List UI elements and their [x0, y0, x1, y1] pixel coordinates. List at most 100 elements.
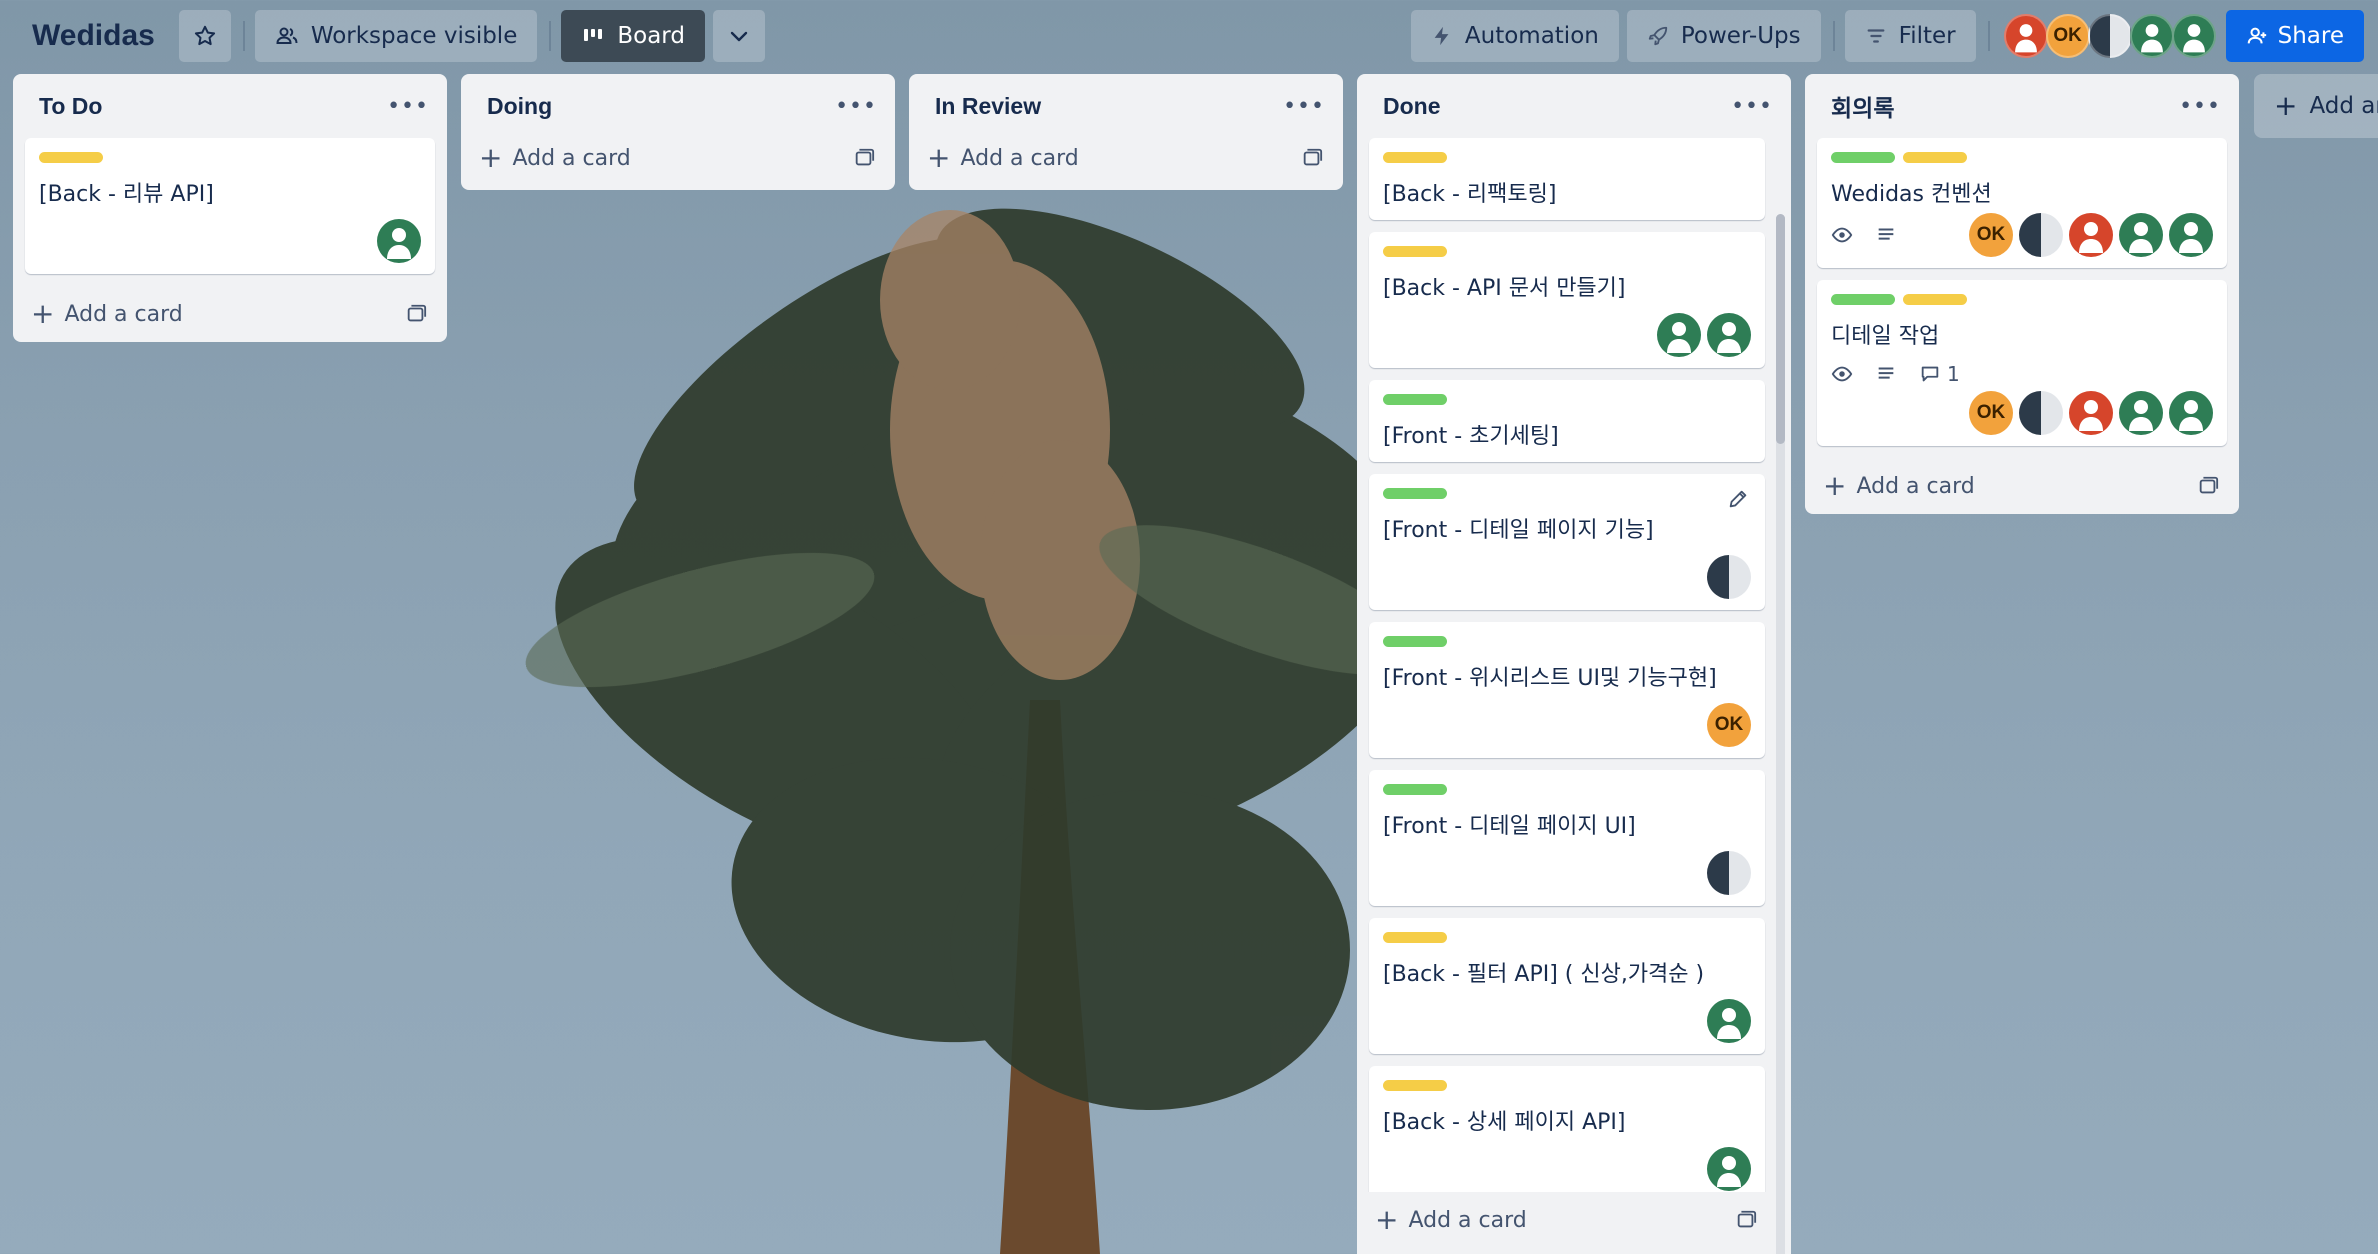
member-avatar[interactable]	[2087, 14, 2132, 58]
card-member-avatar[interactable]	[2069, 391, 2113, 435]
card[interactable]: [Back - 필터 API] ( 신상,가격순 )	[1369, 918, 1765, 1054]
add-card-button[interactable]: + Add a card	[13, 286, 447, 342]
list-scrollbar[interactable]	[1776, 214, 1785, 1254]
description-icon	[1878, 367, 1894, 379]
star-board-button[interactable]	[178, 10, 231, 62]
card-member-avatar[interactable]	[2019, 213, 2063, 257]
description-icon	[1878, 228, 1894, 240]
card[interactable]: [Front - 초기세팅]	[1369, 380, 1765, 462]
card-member-avatar[interactable]	[1707, 555, 1751, 599]
list-menu-icon[interactable]: •••	[1731, 94, 1773, 119]
list-menu-icon[interactable]: •••	[387, 94, 429, 119]
card-label-yellow[interactable]	[1903, 294, 1967, 305]
card[interactable]: [Front - 디테일 페이지 기능]	[1369, 474, 1765, 610]
eye-icon	[1831, 227, 1853, 243]
card-title: [Back - 리뷰 API]	[39, 182, 214, 207]
card-label-yellow[interactable]	[1383, 932, 1447, 943]
star-icon	[194, 25, 215, 46]
card-template-icon[interactable]	[2197, 475, 2219, 497]
member-avatar[interactable]	[2171, 14, 2216, 58]
card-member-avatar[interactable]	[377, 219, 421, 263]
card-member-avatar[interactable]	[1657, 313, 1701, 357]
person-icon	[1717, 1156, 1741, 1187]
person-icon	[2179, 400, 2203, 431]
list-menu-icon[interactable]: •••	[1283, 94, 1325, 119]
card-member-avatar[interactable]: OK	[1969, 213, 2013, 257]
card-member-avatar[interactable]	[1707, 313, 1751, 357]
scrollbar-thumb[interactable]	[1776, 214, 1785, 444]
card-template-icon[interactable]	[1735, 1209, 1757, 1231]
add-list-button[interactable]: + Add another list	[2254, 74, 2378, 138]
card-member-avatar[interactable]	[1707, 851, 1751, 895]
person-icon	[1667, 322, 1691, 353]
list-header[interactable]: Done •••	[1357, 74, 1791, 138]
card-member-avatar[interactable]	[2119, 213, 2163, 257]
card-template-icon[interactable]	[1301, 147, 1323, 169]
add-card-button[interactable]: + Add a card	[1805, 458, 2239, 514]
person-icon	[2129, 222, 2153, 253]
divider	[1832, 21, 1835, 51]
card-template-icon[interactable]	[853, 147, 875, 169]
member-avatar[interactable]	[2003, 14, 2048, 58]
list-menu-icon[interactable]: •••	[2179, 94, 2221, 119]
card[interactable]: [Back - API 문서 만들기]	[1369, 232, 1765, 368]
card-label-green[interactable]	[1383, 488, 1447, 499]
member-avatar[interactable]: OK	[2045, 14, 2090, 58]
card-member-avatar[interactable]	[1707, 1147, 1751, 1191]
filter-button[interactable]: Filter	[1844, 10, 1976, 62]
card-label-yellow[interactable]	[1903, 152, 1967, 163]
card-member-avatar[interactable]: OK	[1969, 391, 2013, 435]
card-member-avatar[interactable]: OK	[1707, 703, 1751, 747]
card[interactable]: [Front - 디테일 페이지 UI]	[1369, 770, 1765, 906]
plus-icon: +	[31, 297, 55, 330]
card[interactable]: 디테일 작업 1 OK	[1817, 280, 2227, 446]
card-label-yellow[interactable]	[1383, 152, 1447, 163]
visibility-button[interactable]: Workspace visible	[254, 10, 538, 62]
add-card-button[interactable]: + Add a card	[909, 130, 1343, 186]
list-header[interactable]: To Do •••	[13, 74, 447, 138]
card-label-green[interactable]	[1383, 636, 1447, 647]
card[interactable]: [Back - 상세 페이지 API]	[1369, 1066, 1765, 1192]
card-member-avatar[interactable]	[2019, 391, 2063, 435]
card-template-icon[interactable]	[405, 303, 427, 325]
person-icon	[2079, 222, 2103, 253]
views-dropdown-button[interactable]	[712, 10, 765, 62]
card[interactable]: [Front - 위시리스트 UI및 기능구현] OK	[1369, 622, 1765, 758]
card[interactable]: Wedidas 컨벤션 OK	[1817, 138, 2227, 268]
card-label-yellow[interactable]	[1383, 1080, 1447, 1091]
list-header[interactable]: In Review •••	[909, 74, 1343, 138]
add-card-button[interactable]: + Add a card	[1357, 1192, 1791, 1248]
board-view-button[interactable]: Board	[561, 10, 705, 62]
automation-button[interactable]: Automation	[1410, 10, 1619, 62]
member-avatar[interactable]	[2129, 14, 2174, 58]
card-label-yellow[interactable]	[1383, 246, 1447, 257]
list-title[interactable]: To Do	[39, 93, 102, 120]
pencil-icon[interactable]	[1727, 488, 1749, 510]
card-label-green[interactable]	[1831, 294, 1895, 305]
add-list-label: Add another list	[2309, 93, 2378, 119]
card-member-avatar[interactable]	[1707, 999, 1751, 1043]
powerups-button[interactable]: Power-Ups	[1626, 10, 1821, 62]
people-icon	[276, 27, 298, 44]
card-member-avatar[interactable]	[2069, 213, 2113, 257]
card-label-green[interactable]	[1831, 152, 1895, 163]
list-menu-icon[interactable]: •••	[835, 94, 877, 119]
list-title[interactable]: Done	[1383, 93, 1441, 120]
person-icon	[2140, 24, 2163, 53]
card-label-green[interactable]	[1383, 394, 1447, 405]
card-member-avatar[interactable]	[2169, 391, 2213, 435]
list-title[interactable]: 회의록	[1831, 89, 1894, 123]
card-label-green[interactable]	[1383, 784, 1447, 795]
list-header[interactable]: Doing •••	[461, 74, 895, 138]
share-button[interactable]: Share	[2225, 10, 2364, 62]
card-member-avatar[interactable]	[2119, 391, 2163, 435]
card-member-avatar[interactable]	[2169, 213, 2213, 257]
list-header[interactable]: 회의록 •••	[1805, 74, 2239, 138]
add-card-button[interactable]: + Add a card	[461, 130, 895, 186]
list-title[interactable]: In Review	[935, 93, 1041, 120]
card[interactable]: [Back - 리뷰 API]	[25, 138, 435, 274]
card-label-yellow[interactable]	[39, 152, 103, 163]
card[interactable]: [Back - 리팩토링]	[1369, 138, 1765, 220]
list-title[interactable]: Doing	[487, 93, 552, 120]
board-title[interactable]: Wedidas	[32, 19, 155, 53]
